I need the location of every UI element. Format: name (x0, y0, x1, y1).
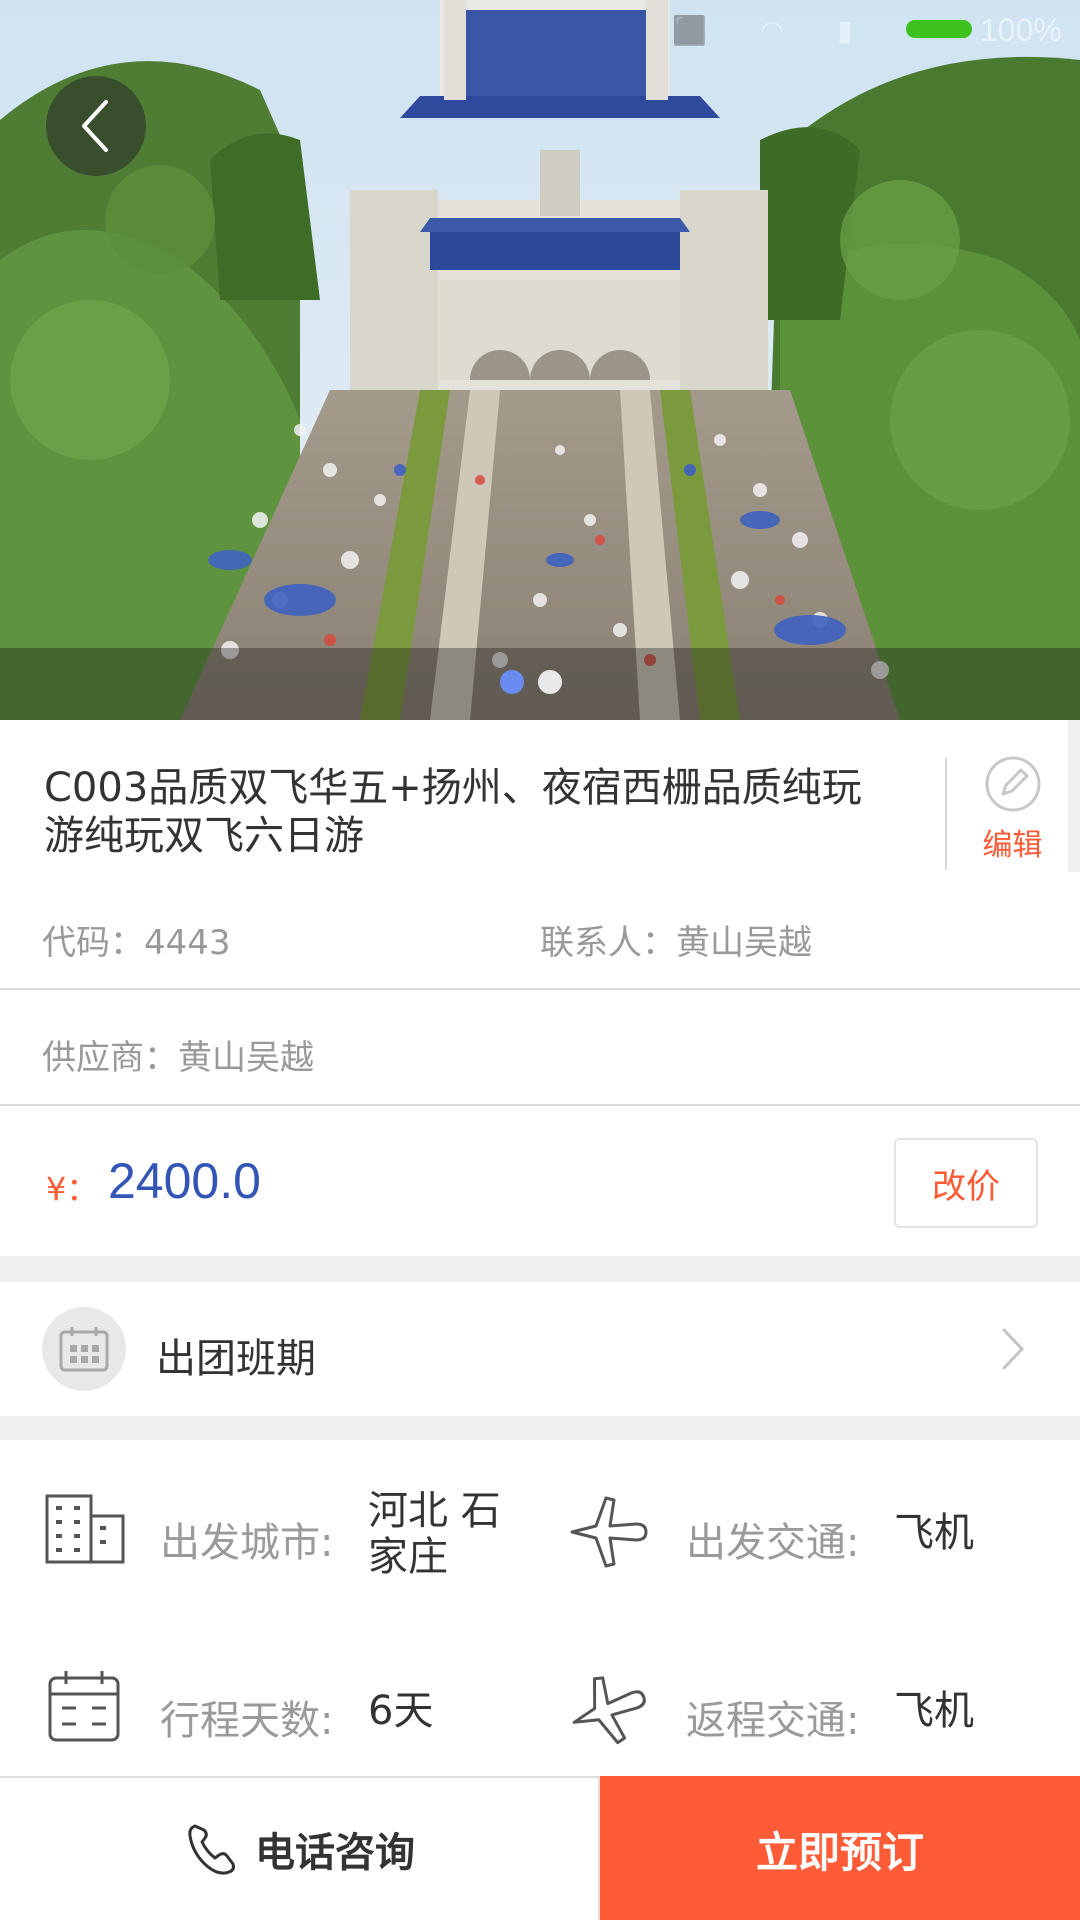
carousel-dot-2[interactable] (538, 670, 562, 694)
price-row: ¥： 2400.0 改价 (0, 1106, 1080, 1256)
depart-city-label: 出发城市: (160, 1520, 334, 1566)
contact-value: 黄山吴越 (676, 923, 812, 963)
chevron-right-icon (1002, 1328, 1025, 1370)
back-button[interactable] (46, 76, 146, 176)
phone-consult-button[interactable]: 电话咨询 (0, 1778, 600, 1920)
currency-symbol: ¥： (46, 1170, 99, 1208)
return-transport-value: 飞机 (894, 1688, 974, 1734)
status-bar: ⬛ ◠ ▮ ⚡ 100% (0, 0, 1080, 60)
reprice-button[interactable]: 改价 (894, 1138, 1038, 1228)
phone-consult-label: 电话咨询 (255, 1830, 415, 1876)
code-contact-row: 代码：4443 联系人：黄山吴越 (0, 875, 1080, 990)
supplier-value: 黄山吴越 (178, 1038, 314, 1078)
book-now-label: 立即预订 (755, 1827, 924, 1877)
contact-field: 联系人：黄山吴越 (540, 915, 812, 964)
contact-label: 联系人： (540, 923, 676, 963)
carousel-dot-1[interactable] (500, 670, 524, 694)
airplane-return-icon (572, 1676, 646, 1745)
edit-pencil-icon (985, 756, 1040, 812)
bottom-action-bar: 电话咨询 立即预订 (0, 1776, 1080, 1920)
trip-days-value: 6天 (368, 1688, 434, 1734)
section-gap (0, 1256, 1080, 1282)
book-now-button[interactable]: 立即预订 (600, 1776, 1080, 1920)
section-gap (0, 1416, 1080, 1440)
chevron-left-icon (82, 100, 108, 152)
edit-button[interactable]: 编辑 (950, 754, 1075, 870)
depart-transport-label: 出发交通: (686, 1520, 860, 1566)
code-label: 代码： (42, 923, 144, 963)
supplier-label: 供应商： (42, 1038, 178, 1078)
title-divider (945, 758, 947, 870)
depart-city-value: 河北 石家庄 (368, 1488, 501, 1580)
battery-icon (906, 20, 972, 38)
code-value: 4443 (144, 923, 231, 963)
hero-carousel[interactable]: ⬛ ◠ ▮ ⚡ 100% (0, 0, 1080, 720)
edit-label: 编辑 (982, 828, 1043, 863)
battery-percent: 100% (980, 12, 1062, 48)
trip-days-label: 行程天数: (160, 1698, 334, 1744)
phone-icon (188, 1824, 235, 1875)
airplane-icon (570, 1496, 648, 1568)
depart-transport-value: 飞机 (894, 1510, 974, 1556)
carousel-dots[interactable] (500, 670, 562, 694)
product-title-row: C003品质双飞华五+扬州、夜宿西栅品质纯玩游纯玩双飞六日游 编辑 (0, 720, 1080, 875)
supplier-row: 供应商：黄山吴越 (0, 990, 1080, 1106)
trip-details: 出发城市: 河北 石家庄 出发交通: 飞机 行程天数: 6天 返程交通: 飞机 (0, 1440, 1080, 1780)
calendar-icon (48, 1671, 120, 1742)
scroll-edge (1068, 720, 1080, 872)
code-field: 代码：4443 (42, 915, 231, 964)
memorial-photo (0, 0, 1080, 720)
departure-schedule-row[interactable]: 出团班期 (0, 1282, 1080, 1416)
product-title: C003品质双飞华五+扬州、夜宿西栅品质纯玩游纯玩双飞六日游 (44, 765, 862, 859)
return-transport-label: 返程交通: (686, 1698, 860, 1744)
calendar-grid-icon (42, 1307, 126, 1391)
supplier-field: 供应商：黄山吴越 (42, 1030, 314, 1079)
building-icon (45, 1494, 125, 1564)
schedule-label: 出团班期 (156, 1336, 316, 1382)
price-value: 2400.0 (108, 1153, 261, 1209)
